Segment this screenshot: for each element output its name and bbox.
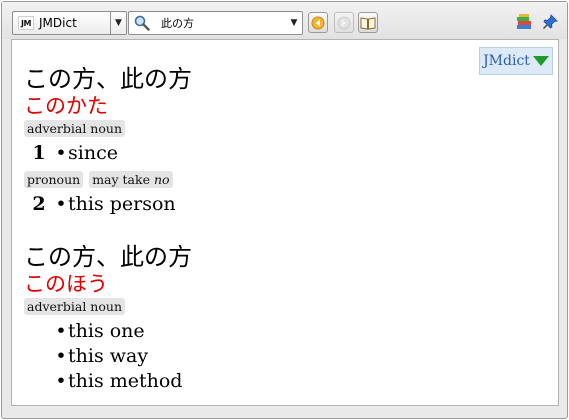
bullet: • (55, 193, 67, 215)
results-pane[interactable]: JMdict この方、此の方 このかた adverbial noun 1 • s… (11, 39, 559, 406)
sense-tags: adverbial noun (24, 298, 192, 315)
headword: この方、此の方 (24, 65, 192, 93)
sense-1-tags: adverbial noun (24, 120, 192, 137)
pin-window-button[interactable] (541, 13, 559, 31)
sense-2-tags: pronoun may take no (24, 171, 192, 188)
gloss-item: • this method (24, 369, 192, 394)
dictionary-badge[interactable]: JMdict (479, 47, 553, 75)
forward-button[interactable] (334, 12, 354, 33)
search-combobox[interactable]: 此の方 ▼ (128, 11, 303, 35)
usage-tag: may take no (89, 171, 173, 188)
chevron-down-icon[interactable]: ▼ (110, 12, 126, 34)
sense-number: 1 (32, 142, 46, 164)
gloss: this one (68, 320, 145, 342)
dictionary-selector-label: JMDict (39, 16, 77, 30)
bullet: • (55, 320, 67, 342)
gloss-item: • this way (24, 344, 192, 369)
book-icon (360, 16, 376, 30)
entry-1: この方、此の方 このかた adverbial noun 1 • since pr… (24, 64, 192, 217)
books-stack-icon (517, 14, 531, 29)
app-window: JM JMDict ▼ 此の方 ▼ JMdict この方、此の方 このかた ad… (1, 1, 568, 419)
entry-2: この方、此の方 このほう adverbial noun • this one •… (24, 242, 192, 394)
back-arrow-icon (311, 16, 325, 29)
reading: このほう (24, 272, 108, 296)
search-icon (134, 15, 150, 31)
search-history-dropdown-icon[interactable]: ▼ (286, 18, 302, 28)
forward-arrow-icon (337, 16, 351, 29)
gloss: this method (68, 370, 183, 392)
pos-tag: adverbial noun (24, 298, 125, 315)
pushpin-icon (542, 14, 558, 30)
toolbar: JM JMDict ▼ 此の方 ▼ (2, 2, 567, 39)
triangle-down-icon (532, 56, 549, 66)
gloss: this person (68, 193, 176, 215)
dictionaries-button[interactable] (515, 13, 533, 31)
bullet: • (55, 142, 67, 164)
sense-number: 2 (32, 193, 46, 215)
pos-tag: adverbial noun (24, 120, 125, 137)
headword: この方、此の方 (24, 243, 192, 271)
gloss: this way (68, 345, 149, 367)
bullet: • (55, 370, 67, 392)
sense-2: 2 • this person (24, 192, 192, 217)
pos-tag: pronoun (24, 171, 84, 188)
reading: このかた (24, 94, 108, 118)
dictionary-badge-label: JMdict (483, 53, 530, 69)
bullet: • (55, 345, 67, 367)
gloss-item: • this one (24, 319, 192, 344)
sense-1: 1 • since (24, 141, 192, 166)
open-book-button[interactable] (358, 12, 378, 33)
gloss: since (68, 142, 118, 164)
search-input[interactable]: 此の方 (161, 15, 286, 31)
dictionary-selector[interactable]: JM JMDict ▼ (12, 11, 127, 35)
back-button[interactable] (308, 12, 328, 33)
jmdict-logo-icon: JM (18, 16, 34, 30)
